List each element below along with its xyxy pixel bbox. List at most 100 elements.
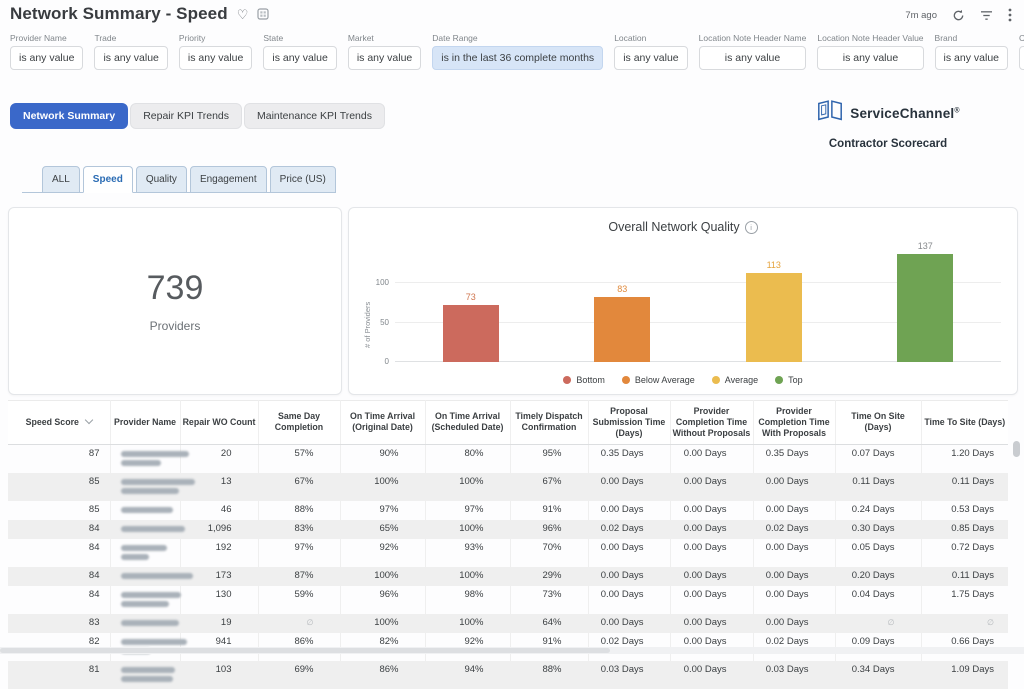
redacted-name-bar — [121, 451, 189, 457]
column-header-same-day-completion[interactable]: Same Day Completion — [258, 401, 340, 445]
filter-location-note-header-value: Location Note Header Valueis any value — [817, 33, 923, 70]
kebab-menu-icon[interactable] — [1008, 8, 1012, 22]
cell-value: 0.34 Days — [835, 661, 921, 689]
filter-value-trade[interactable]: is any value — [94, 46, 167, 70]
legend-item-bottom[interactable]: Bottom — [563, 375, 605, 385]
horizontal-scrollbar-thumb[interactable] — [0, 648, 610, 653]
column-header-proposal-submission-time-days[interactable]: Proposal Submission Time (Days) — [588, 401, 670, 445]
cell-value: 13 — [180, 473, 258, 501]
bar-bottom[interactable] — [443, 305, 499, 362]
column-header-on-time-arrival-scheduled-date[interactable]: On Time Arrival (Scheduled Date) — [425, 401, 510, 445]
cell-value: 59% — [258, 586, 340, 614]
subtab-quality[interactable]: Quality — [136, 166, 187, 193]
cell-value: 100% — [340, 473, 425, 501]
column-header-provider-completion-time-with-proposals[interactable]: Provider Completion Time With Proposals — [753, 401, 835, 445]
cell-value: 29% — [510, 567, 588, 586]
favorite-heart-icon[interactable]: ♡ — [237, 8, 249, 21]
filter-market: Market is any value — [348, 33, 421, 70]
refresh-icon[interactable] — [952, 9, 965, 22]
bar-value-label: 83 — [617, 284, 627, 294]
subtab-price-us[interactable]: Price (US) — [270, 166, 336, 193]
subtab-all[interactable]: ALL — [42, 166, 80, 193]
legend-item-below-average[interactable]: Below Average — [622, 375, 695, 385]
filter-value-brand[interactable]: is any value — [935, 46, 1008, 70]
subtab-speed[interactable]: Speed — [83, 166, 133, 193]
filter-value-market[interactable]: is any value — [348, 46, 421, 70]
nav-tab-repair-kpi-trends[interactable]: Repair KPI Trends — [130, 103, 242, 129]
filter-value-date-range[interactable]: is in the last 36 complete months — [432, 46, 603, 70]
cell-value: 0.24 Days — [835, 501, 921, 520]
filter-trade: Tradeis any value — [94, 33, 167, 70]
cell-value: 0.00 Days — [753, 539, 835, 567]
cell-value: 0.00 Days — [588, 539, 670, 567]
bar-below-average[interactable] — [594, 297, 650, 362]
cell-value: 97% — [340, 501, 425, 520]
legend-dot-icon — [775, 376, 783, 384]
bar-top[interactable] — [897, 254, 953, 362]
sort-caret-icon — [85, 416, 93, 424]
y-tick-label: 100 — [367, 278, 389, 287]
redacted-name-bar — [121, 479, 195, 485]
filter-provider-name: Provider Nameis any value — [10, 33, 83, 70]
legend-item-average[interactable]: Average — [712, 375, 758, 385]
subtab-engagement[interactable]: Engagement — [190, 166, 267, 193]
cell-value: 0.00 Days — [670, 567, 753, 586]
legend-label: Top — [788, 375, 803, 385]
table-row: 8419297%92%93%70%0.00 Days0.00 Days0.00 … — [8, 539, 1008, 567]
filter-value-priority[interactable]: is any value — [179, 46, 252, 70]
cell-value: 103 — [180, 661, 258, 689]
column-header-time-to-site-days[interactable]: Time To Site (Days) — [921, 401, 1008, 445]
legend-item-top[interactable]: Top — [775, 375, 803, 385]
cell-value: 100% — [340, 567, 425, 586]
cell-value: 0.05 Days — [835, 539, 921, 567]
column-header-repair-wo-count[interactable]: Repair WO Count — [180, 401, 258, 445]
cell-value: 1.09 Days — [921, 661, 1008, 689]
cell-speed-score: 84 — [8, 586, 110, 614]
brand-name: ServiceChannel® — [850, 106, 959, 121]
cell-value: 97% — [258, 539, 340, 567]
column-header-on-time-arrival-original-date[interactable]: On Time Arrival (Original Date) — [340, 401, 425, 445]
info-icon[interactable]: i — [745, 221, 758, 234]
legend-dot-icon — [563, 376, 571, 384]
cell-speed-score: 81 — [8, 661, 110, 689]
cell-value: 0.11 Days — [921, 567, 1008, 586]
cell-value: 0.00 Days — [670, 539, 753, 567]
bar-group-average: 113 — [746, 260, 802, 362]
filter-value-location[interactable]: is any value — [614, 46, 687, 70]
cell-value: 70% — [510, 539, 588, 567]
filter-value-provider-name[interactable]: is any value — [10, 46, 83, 70]
bar-group-bottom: 73 — [443, 292, 499, 362]
filter-value-company-name[interactable]: is any value — [1019, 46, 1024, 70]
redacted-name-bar — [121, 573, 193, 579]
cell-value: 0.00 Days — [753, 586, 835, 614]
legend-dot-icon — [712, 376, 720, 384]
column-header-provider-name[interactable]: Provider Name — [110, 401, 180, 445]
filter-label: Company Name — [1019, 33, 1024, 43]
filter-label: Market — [348, 33, 421, 43]
redacted-name-bar — [121, 488, 179, 494]
cell-provider-name-redacted — [110, 661, 180, 689]
cell-value: 19 — [180, 614, 258, 633]
cell-value: 0.00 Days — [588, 567, 670, 586]
filter-value-state[interactable]: is any value — [263, 46, 336, 70]
bar-group-top: 137 — [897, 241, 953, 362]
column-header-speed-score[interactable]: Speed Score — [8, 401, 110, 445]
nav-tab-network-summary[interactable]: Network Summary — [10, 103, 128, 129]
column-header-provider-completion-time-without-proposals[interactable]: Provider Completion Time Without Proposa… — [670, 401, 753, 445]
filter-icon[interactable] — [980, 10, 993, 21]
column-header-time-on-site-days[interactable]: Time On Site (Days) — [835, 401, 921, 445]
dashboard-icon[interactable] — [257, 8, 269, 20]
cell-speed-score: 85 — [8, 473, 110, 501]
cell-value: 0.00 Days — [588, 473, 670, 501]
horizontal-scrollbar-track[interactable] — [0, 647, 1024, 654]
cell-value: ∅ — [921, 614, 1008, 633]
filter-value-location-note-header-value[interactable]: is any value — [817, 46, 923, 70]
bar-average[interactable] — [746, 273, 802, 362]
column-header-timely-dispatch-confirmation[interactable]: Timely Dispatch Confirmation — [510, 401, 588, 445]
filter-bar: Provider Nameis any value Tradeis any val… — [10, 33, 1020, 70]
cell-value: 100% — [340, 614, 425, 633]
cell-provider-name-redacted — [110, 539, 180, 567]
vertical-scrollbar-thumb[interactable] — [1013, 441, 1020, 457]
nav-tab-maintenance-kpi-trends[interactable]: Maintenance KPI Trends — [244, 103, 385, 129]
filter-value-location-note-header-name[interactable]: is any value — [699, 46, 807, 70]
